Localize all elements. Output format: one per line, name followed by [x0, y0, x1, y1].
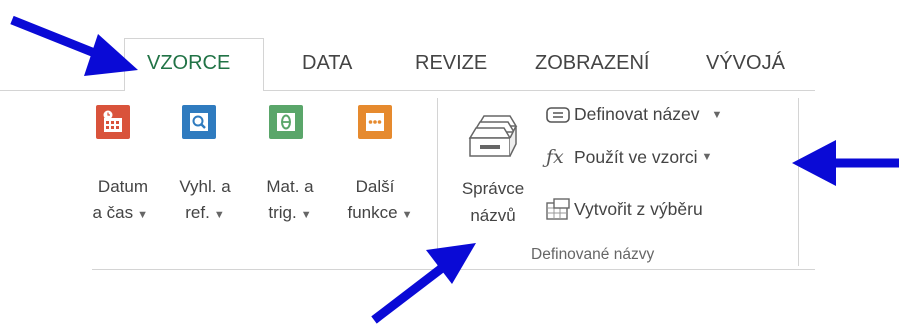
annotation-arrows	[10, 15, 899, 324]
arrow-to-spravce-nazvu	[371, 243, 476, 324]
arrow-to-pouzit-ve-vzorci	[792, 140, 899, 186]
arrow-to-vzorce-tab	[10, 15, 138, 76]
